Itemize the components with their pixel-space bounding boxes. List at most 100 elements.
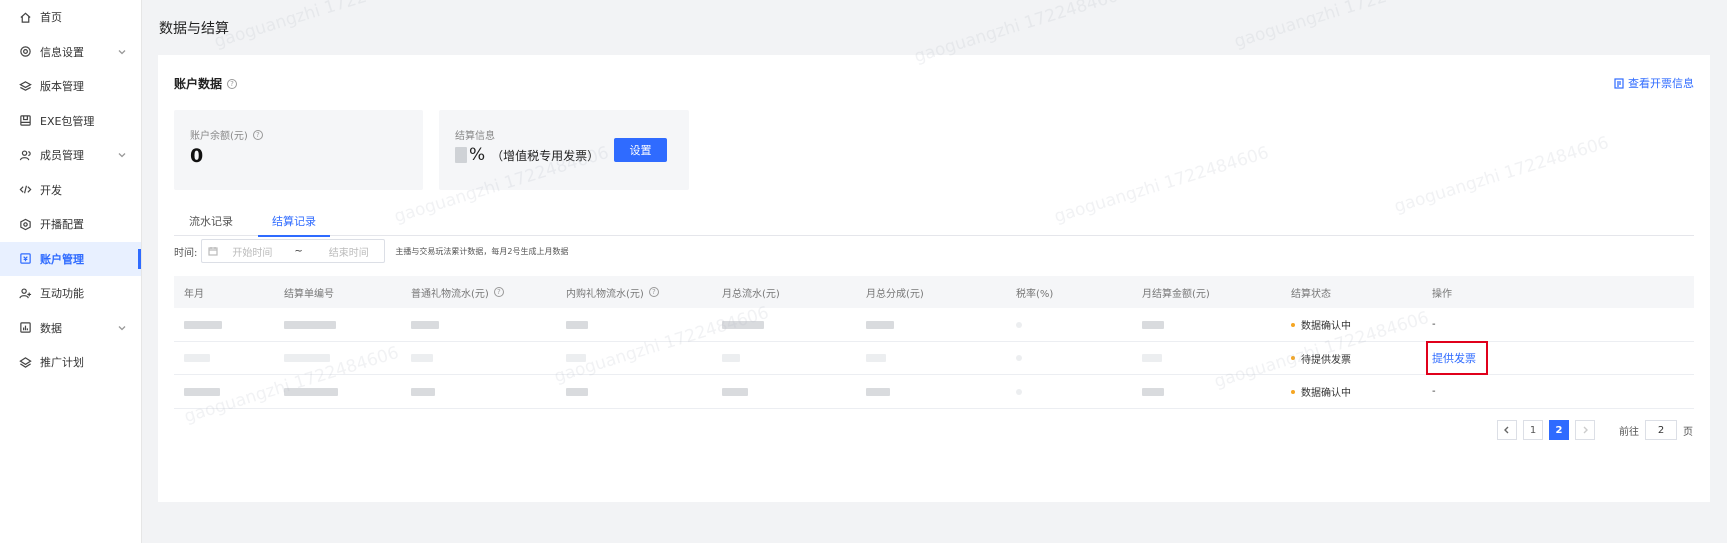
goto-suffix: 页 [1683,426,1693,438]
column-header-settlement-id: 结算单编号 [284,288,334,300]
sidebar-item-label: 互动功能 [40,287,84,301]
sidebar-item-label: 开发 [40,183,62,197]
cell-monthly-share [866,375,890,408]
sidebar-item-dev[interactable]: 开发 [0,173,141,208]
chart-icon [18,321,32,335]
tab-settlement-records[interactable]: 结算记录 [258,206,330,237]
sidebar-item-label: 账户管理 [40,252,84,266]
column-header-text: 内购礼物流水(元) [566,288,644,300]
sidebar-item-broadcast-config[interactable]: 开播配置 [0,207,141,242]
column-header-settlement-amount: 月结算金额(元) [1142,288,1210,300]
goto-page: 前往 页 [1619,420,1693,440]
table-row: 数据确认中 - [174,375,1694,409]
start-date-input[interactable]: 开始时间 [232,244,272,259]
tab-flow-records[interactable]: 流水记录 [174,206,248,236]
account-card: 账户数据 ? 查看开票信息 账户余额(元) ? 0 结算信息 % （增值税专用发… [158,55,1710,502]
status-dot [1291,356,1295,360]
help-icon[interactable]: ? [493,287,504,297]
promo-icon [18,355,32,369]
main-content: 数据与结算 账户数据 ? 查看开票信息 账户余额(元) ? 0 结算信息 % （… [142,0,1727,543]
sidebar-item-label: 数据 [40,321,62,335]
highlight-box [1426,341,1488,375]
layers-icon [18,79,32,93]
sidebar-item-label: 开播配置 [40,218,84,232]
column-header-normal-gift: 普通礼物流水(元)? [411,276,504,308]
help-icon[interactable]: ? [252,129,263,140]
calendar-icon [208,247,218,256]
sidebar-item-account[interactable]: 账户管理 [0,241,141,276]
users-icon [18,148,32,162]
settlement-label: 结算信息 [455,131,495,142]
redacted-rate [455,147,467,163]
cell-action: - [1432,319,1436,330]
sidebar-item-data[interactable]: 数据 [0,311,141,346]
cell-settlement-id [284,375,338,408]
cell-monthly-share [866,342,886,375]
cell-status: 数据确认中 [1291,375,1351,408]
status-dot [1291,389,1295,394]
page-button-2[interactable]: 2 [1549,420,1569,440]
prev-page-button[interactable] [1497,420,1517,440]
column-header-status: 结算状态 [1291,288,1331,300]
chevron-down-icon [117,150,127,160]
sidebar-item-info-settings[interactable]: 信息设置 [0,35,141,70]
sidebar: 首页 信息设置 版本管理 EXE包管理 成员管理 开发 开播配置 账户管理 互动… [0,0,142,543]
column-header-text: 普通礼物流水(元) [411,288,489,300]
cell-settlement-id [284,342,330,375]
cell-settlement-amount [1142,342,1162,375]
table-header: 年月 结算单编号 普通礼物流水(元)? 内购礼物流水(元)? 月总流水(元) 月… [174,276,1694,308]
cell-settlement-id [284,308,336,341]
column-header-monthly-flow: 月总流水(元) [722,288,780,300]
cell-tax-rate [1016,375,1022,408]
help-icon[interactable]: ? [227,78,238,89]
status-text: 数据确认中 [1301,388,1351,399]
cell-status: 待提供发票 [1291,342,1351,375]
cell-month [184,342,210,375]
settings-icon [18,45,32,59]
filter-hint: 主播与交易玩法累计数据，每月2号生成上月数据 [395,246,569,256]
date-range-picker[interactable]: 开始时间 ~ 结束时间 [201,239,386,263]
sidebar-item-members[interactable]: 成员管理 [0,138,141,173]
cell-monthly-flow [722,375,748,408]
chevron-down-icon [117,47,127,57]
sidebar-item-label: 推广计划 [40,356,84,370]
balance-value: 0 [190,145,204,167]
column-header-action: 操作 [1432,288,1452,300]
package-icon [18,114,32,128]
sidebar-item-promo[interactable]: 推广计划 [0,345,141,380]
sidebar-item-version[interactable]: 版本管理 [0,69,141,104]
cell-status: 数据确认中 [1291,308,1351,341]
goto-page-input[interactable] [1645,420,1677,440]
code-icon [18,183,32,197]
column-header-monthly-share: 月总分成(元) [866,288,924,300]
help-icon[interactable]: ? [648,287,659,297]
status-text: 数据确认中 [1301,321,1351,332]
page-button-1[interactable]: 1 [1523,420,1543,440]
cell-tax-rate [1016,342,1022,375]
cell-month [184,308,222,341]
interaction-icon [18,286,32,300]
status-dot [1291,322,1295,327]
cell-normal-gift [411,342,433,375]
cell-month [184,375,220,408]
column-header-inapp-gift: 内购礼物流水(元)? [566,276,659,308]
sidebar-item-home[interactable]: 首页 [0,0,141,35]
goto-prefix: 前往 [1619,426,1639,438]
sidebar-item-interaction[interactable]: 互动功能 [0,276,141,311]
sidebar-item-exe[interactable]: EXE包管理 [0,104,141,139]
filter-label: 时间: [174,247,198,259]
status-text: 待提供发票 [1301,354,1351,366]
next-page-button[interactable] [1575,420,1595,440]
sidebar-item-label: 信息设置 [40,45,84,59]
view-invoice-info-link[interactable]: 查看开票信息 [1614,75,1694,91]
cell-inapp-gift [566,342,586,375]
cell-normal-gift [411,375,435,408]
balance-label-text: 账户余额(元) [190,131,248,142]
balance-label: 账户余额(元) ? [190,127,263,142]
cell-monthly-share [866,308,894,341]
section-title: 账户数据 ? [174,75,238,92]
cell-inapp-gift [566,375,588,408]
settlement-settings-button[interactable]: 设置 [614,138,667,162]
sidebar-item-label: EXE包管理 [40,114,95,128]
end-date-input[interactable]: 结束时间 [329,244,369,259]
